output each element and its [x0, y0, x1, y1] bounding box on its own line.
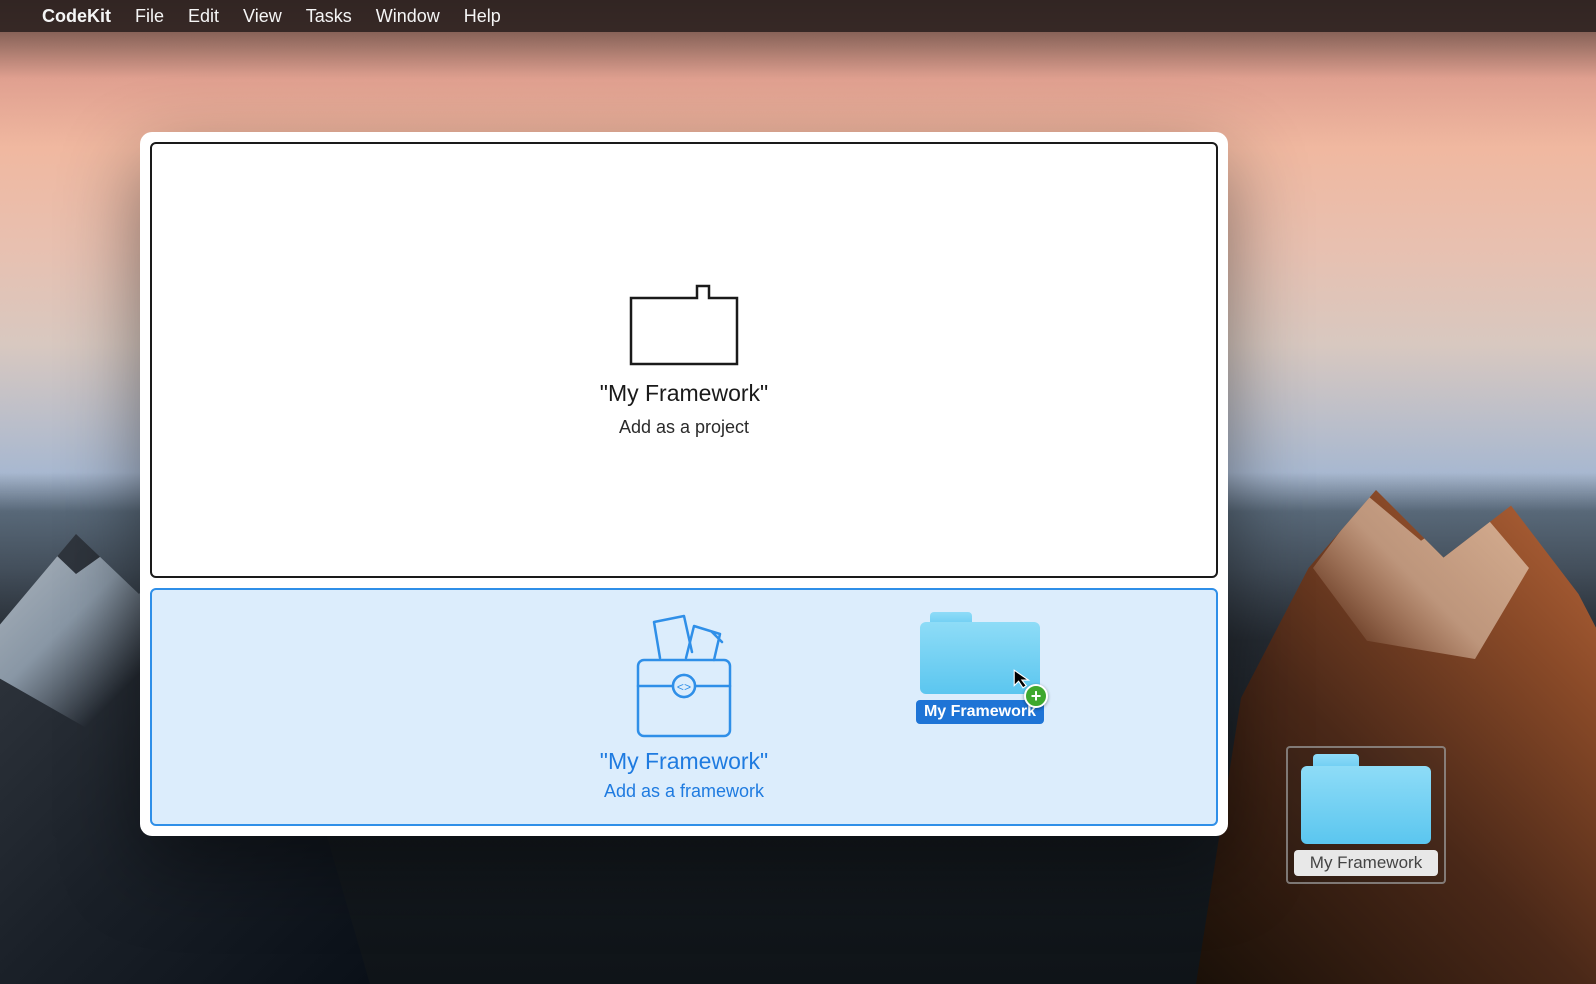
menubar-edit[interactable]: Edit — [188, 6, 219, 27]
desktop-folder-label: My Framework — [1294, 850, 1438, 876]
codekit-window: "My Framework" Add as a project <> "My F… — [140, 132, 1228, 836]
folder-icon — [1301, 754, 1431, 844]
folder-icon — [920, 612, 1040, 694]
add-as-project-dropzone[interactable]: "My Framework" Add as a project — [150, 142, 1218, 578]
framework-zone-title: "My Framework" — [600, 748, 768, 775]
dragged-folder-ghost: My Framework — [916, 612, 1044, 724]
toolbox-outline-icon: <> — [624, 612, 744, 740]
macos-menubar: CodeKit File Edit View Tasks Window Help — [0, 0, 1596, 32]
menubar-file[interactable]: File — [135, 6, 164, 27]
desktop-folder-my-framework[interactable]: My Framework — [1286, 746, 1446, 884]
menubar-help[interactable]: Help — [464, 6, 501, 27]
project-zone-title: "My Framework" — [600, 380, 768, 407]
project-zone-subtitle: Add as a project — [619, 417, 749, 438]
menubar-window[interactable]: Window — [376, 6, 440, 27]
folder-outline-icon — [629, 282, 739, 366]
dragged-folder-label: My Framework — [916, 700, 1044, 724]
svg-text:<>: <> — [677, 681, 691, 695]
add-as-framework-dropzone[interactable]: <> "My Framework" Add as a framework My … — [150, 588, 1218, 826]
menubar-view[interactable]: View — [243, 6, 282, 27]
menubar-app-name[interactable]: CodeKit — [42, 6, 111, 27]
menubar-tasks[interactable]: Tasks — [306, 6, 352, 27]
framework-zone-subtitle: Add as a framework — [604, 781, 764, 802]
